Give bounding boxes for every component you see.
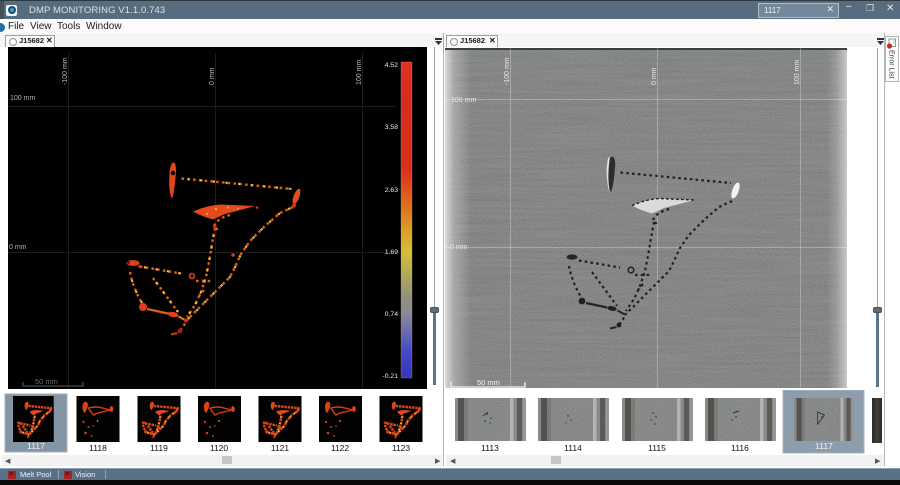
svg-text:2.63: 2.63 [385, 187, 398, 194]
svg-text:1120: 1120 [210, 443, 229, 453]
svg-text:1115: 1115 [648, 443, 666, 453]
svg-text:-100 mm: -100 mm [504, 57, 511, 85]
svg-text:0 mm: 0 mm [9, 244, 27, 251]
svg-text:50 mm: 50 mm [477, 378, 500, 387]
svg-text:1121: 1121 [271, 443, 290, 453]
svg-text:100 mm: 100 mm [10, 95, 35, 102]
svg-text:1122: 1122 [331, 443, 350, 453]
svg-text:0 mm: 0 mm [651, 67, 658, 85]
svg-text:1113: 1113 [481, 443, 499, 453]
svg-text:1.69: 1.69 [385, 249, 398, 256]
svg-text:4.52: 4.52 [385, 62, 398, 69]
svg-text:0.74: 0.74 [385, 311, 398, 318]
svg-text:100 mm: 100 mm [356, 60, 363, 85]
svg-text:50 mm: 50 mm [35, 377, 58, 386]
svg-text:-100 mm: -100 mm [62, 57, 69, 85]
svg-text:1118: 1118 [89, 443, 107, 453]
svg-text:Error List: Error List [888, 50, 895, 78]
svg-text:0 mm: 0 mm [209, 67, 216, 85]
svg-text:-0.21: -0.21 [383, 373, 399, 380]
svg-text:1114: 1114 [564, 443, 582, 453]
svg-text:1119: 1119 [150, 443, 168, 453]
svg-text:3.58: 3.58 [385, 124, 398, 131]
svg-text:0 mm: 0 mm [450, 244, 468, 251]
svg-text:1117: 1117 [815, 441, 833, 451]
svg-text:1123: 1123 [392, 443, 411, 453]
svg-text:100 mm: 100 mm [451, 97, 476, 104]
svg-text:1116: 1116 [731, 443, 749, 453]
svg-text:1117: 1117 [27, 441, 45, 451]
svg-text:100 mm: 100 mm [794, 60, 801, 85]
